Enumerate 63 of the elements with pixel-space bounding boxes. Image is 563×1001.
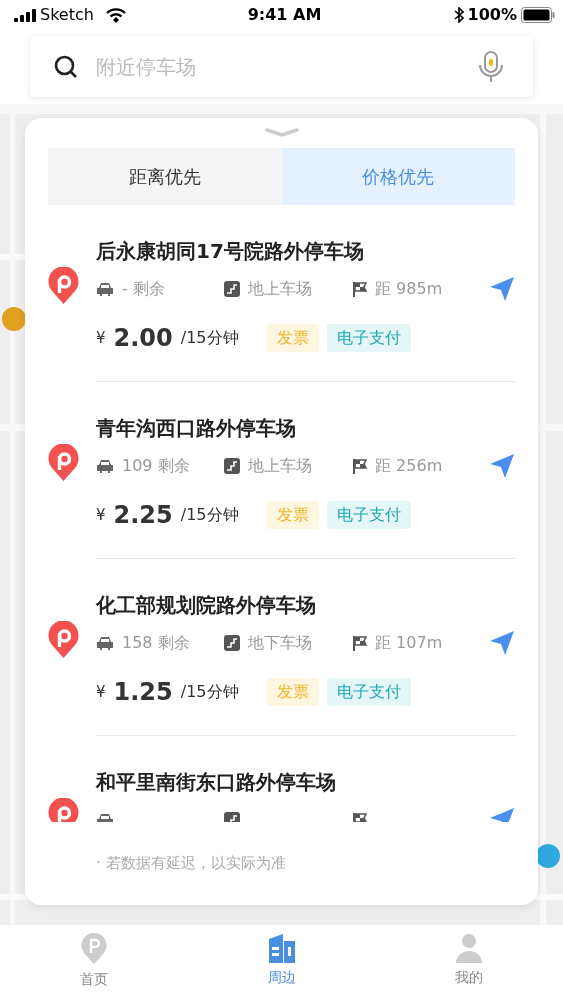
navigation-icon[interactable] bbox=[489, 276, 515, 302]
parking-lot-name[interactable]: 化工部规划院路外停车场 bbox=[96, 591, 515, 619]
price-value: 1.25 bbox=[113, 677, 173, 708]
distance-text: 距 107m bbox=[375, 632, 443, 654]
remaining-spaces: - 剩余 bbox=[122, 278, 165, 300]
remaining-spaces: 158 剩余 bbox=[122, 632, 190, 654]
parking-pin-icon bbox=[48, 621, 79, 659]
price-unit: /15分钟 bbox=[180, 327, 239, 349]
microphone-icon[interactable] bbox=[477, 50, 505, 83]
navigation-icon[interactable] bbox=[489, 630, 515, 656]
currency-symbol: ¥ bbox=[96, 327, 106, 349]
navigation-icon[interactable] bbox=[489, 453, 515, 479]
parking-lot-name[interactable]: 青年沟西口路外停车场 bbox=[96, 414, 515, 442]
collapse-handle-icon[interactable] bbox=[264, 128, 299, 137]
invoice-tag: 发票 bbox=[266, 678, 319, 706]
payment-tag: 电子支付 bbox=[326, 501, 411, 529]
remaining-spaces: 109 剩余 bbox=[122, 455, 190, 477]
parking-lot-name[interactable]: 和平里南街东口路外停车场 bbox=[96, 768, 515, 796]
currency-symbol: ¥ bbox=[96, 681, 106, 703]
price-unit: /15分钟 bbox=[180, 504, 239, 526]
wifi-icon bbox=[105, 7, 126, 23]
currency-symbol: ¥ bbox=[96, 504, 106, 526]
buildings-icon bbox=[267, 933, 296, 963]
clock-time: 9:41 AM bbox=[247, 4, 322, 26]
nav-tab[interactable]: 首页 bbox=[0, 925, 188, 1001]
bluetooth-icon bbox=[453, 7, 464, 23]
carrier-name: Sketch bbox=[40, 4, 94, 26]
flag-icon bbox=[352, 281, 367, 297]
price-unit: /15分钟 bbox=[180, 681, 239, 703]
parking-pin-icon bbox=[48, 444, 79, 482]
parking-lot-name[interactable]: 后永康胡同17号院路外停车场 bbox=[96, 237, 515, 265]
flag-icon bbox=[352, 458, 367, 474]
parking-pin-icon bbox=[48, 267, 79, 305]
nav-tab[interactable]: 我的 bbox=[375, 925, 563, 1001]
search-icon bbox=[54, 54, 78, 79]
price-value: 2.25 bbox=[113, 500, 173, 531]
data-delay-notice: · 若数据有延迟，以实际为准 bbox=[95, 853, 287, 874]
lot-type: 地上车场 bbox=[248, 278, 312, 300]
invoice-tag: 发票 bbox=[266, 324, 319, 352]
lot-type: 地下车场 bbox=[248, 632, 312, 654]
price-value: 2.00 bbox=[113, 323, 173, 354]
battery-icon bbox=[521, 7, 555, 23]
car-icon bbox=[96, 282, 114, 296]
distance-text: 距 985m bbox=[375, 278, 443, 300]
stairs-icon bbox=[224, 281, 240, 297]
stairs-icon bbox=[224, 635, 240, 651]
invoice-tag: 发票 bbox=[266, 501, 319, 529]
person-icon bbox=[455, 933, 484, 963]
nav-tab[interactable]: 周边 bbox=[187, 925, 376, 1001]
lot-type: 地上车场 bbox=[248, 455, 312, 477]
battery-percent: 100% bbox=[467, 4, 517, 26]
car-icon bbox=[96, 636, 114, 650]
flag-icon bbox=[352, 635, 367, 651]
parking-pin-icon bbox=[80, 933, 107, 965]
search-field[interactable]: 附近停车场 bbox=[94, 50, 461, 83]
payment-tag: 电子支付 bbox=[326, 324, 411, 352]
stairs-icon bbox=[224, 458, 240, 474]
payment-tag: 电子支付 bbox=[326, 678, 411, 706]
search-bar[interactable]: 附近停车场 bbox=[30, 36, 533, 97]
signal-icon bbox=[14, 8, 36, 22]
car-icon bbox=[96, 459, 114, 473]
distance-text: 距 256m bbox=[375, 455, 443, 477]
sort-tab[interactable]: 距离优先 bbox=[48, 148, 282, 205]
